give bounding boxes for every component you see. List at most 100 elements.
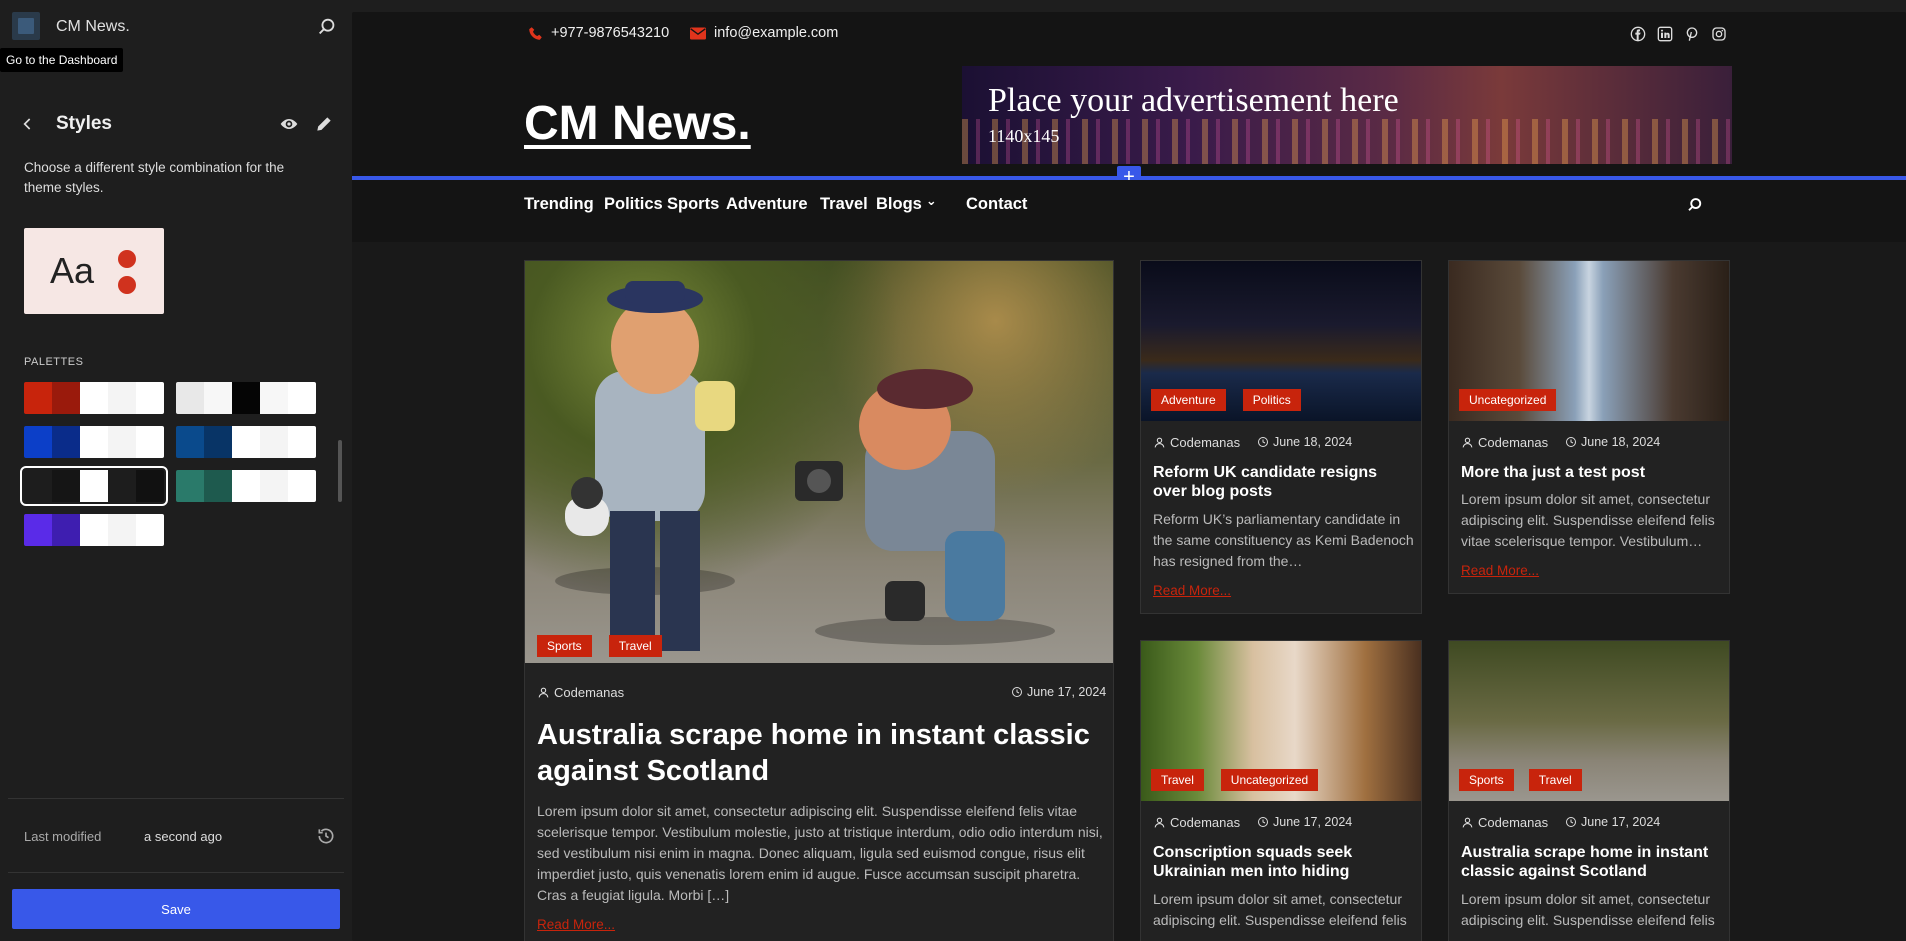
palette-color: [288, 426, 316, 458]
style-variation-card[interactable]: Aa: [24, 228, 164, 314]
post-card[interactable]: Travel Uncategorized Codemanas June 17, 202…: [1140, 640, 1422, 941]
site-icon[interactable]: [12, 12, 40, 40]
palette-swatch[interactable]: [24, 382, 164, 414]
category-tag[interactable]: Adventure: [1151, 389, 1226, 411]
palette-color: [24, 382, 52, 414]
author-meta[interactable]: Codemanas: [1461, 435, 1548, 450]
nav-item-travel[interactable]: Travel: [820, 195, 868, 214]
date-meta: June 17, 2024: [1565, 815, 1660, 829]
post-date: June 17, 2024: [1581, 815, 1661, 829]
envelope-icon: [690, 27, 706, 39]
palette-color: [80, 426, 108, 458]
post-title[interactable]: Australia scrape home in instant classic…: [1461, 843, 1719, 881]
main-navigation: Trending Politics Sports Adventure Travel Blo…: [352, 180, 1906, 242]
palette-color: [260, 426, 288, 458]
category-tag[interactable]: Travel: [608, 635, 662, 657]
last-modified-label: Last modified: [24, 829, 102, 844]
post-card[interactable]: Sports Travel Codemanas June 17, 2024 Austra…: [1448, 640, 1730, 941]
palette-color: [176, 470, 204, 502]
ad-title: Place your advertisement here: [988, 82, 1399, 119]
linkedin-icon[interactable]: [1657, 26, 1673, 42]
palette-color: [204, 470, 232, 502]
ad-cityscape: [962, 119, 1732, 164]
featured-image[interactable]: [525, 261, 1113, 663]
palette-color: [260, 470, 288, 502]
email-address: info@example.com: [714, 25, 839, 41]
palette-color: [80, 382, 108, 414]
pinterest-icon[interactable]: [1684, 26, 1700, 42]
clock-icon: [1566, 817, 1576, 827]
phone-icon: [529, 26, 542, 40]
palette-color: [24, 470, 52, 502]
category-tag[interactable]: Travel: [1151, 769, 1204, 791]
post-title[interactable]: More tha just a test post: [1461, 463, 1719, 482]
site-header: CM News. Place your advertisement here 1…: [352, 54, 1906, 176]
nav-item-blogs[interactable]: Blogs ⌄: [876, 193, 937, 214]
save-button[interactable]: Save: [12, 889, 340, 929]
phone-number: +977-9876543210: [551, 25, 670, 41]
featured-post-card[interactable]: Sports Travel Codemanas June 17, 2024 Aus…: [524, 260, 1114, 941]
palette-swatch[interactable]: [24, 426, 164, 458]
category-tag[interactable]: Sports: [537, 635, 592, 657]
post-card[interactable]: Adventure Politics Codemanas June 18, 2024 R…: [1140, 260, 1422, 614]
author-meta[interactable]: Codemanas: [1153, 815, 1240, 830]
author-meta[interactable]: Codemanas: [537, 685, 624, 700]
site-logo[interactable]: CM News.: [524, 96, 751, 151]
read-more-link[interactable]: Read More...: [1153, 583, 1231, 598]
user-icon: [1462, 437, 1473, 448]
nav-item-sports[interactable]: Sports: [667, 195, 719, 214]
top-bar: +977-9876543210 info@example.com: [352, 12, 1906, 54]
palette-color: [232, 470, 260, 502]
category-tag[interactable]: Uncategorized: [1459, 389, 1557, 411]
pencil-icon[interactable]: [314, 114, 334, 134]
eye-icon[interactable]: [278, 114, 300, 134]
palette-color: [288, 382, 316, 414]
chevron-left-icon[interactable]: [18, 114, 38, 134]
palette-color: [52, 514, 80, 546]
category-tag[interactable]: Travel: [1528, 769, 1582, 791]
instagram-icon[interactable]: [1711, 26, 1727, 42]
post-title[interactable]: Conscription squads seek Ukrainian men i…: [1153, 843, 1411, 881]
palette-swatch[interactable]: [20, 466, 168, 506]
post-excerpt: Lorem ipsum dolor sit amet, consectetur …: [1461, 491, 1715, 549]
search-icon[interactable]: [316, 16, 338, 38]
facebook-icon[interactable]: [1630, 26, 1646, 42]
nav-item-contact[interactable]: Contact: [966, 195, 1027, 214]
palette-color: [288, 470, 316, 502]
site-title[interactable]: CM News.: [56, 18, 130, 36]
palette-swatch[interactable]: [24, 514, 164, 546]
palette-swatch[interactable]: [176, 470, 316, 502]
clock-icon: [1012, 687, 1022, 697]
date-meta: June 18, 2024: [1565, 435, 1660, 449]
palette-swatch[interactable]: [176, 382, 316, 414]
phone-contact[interactable]: +977-9876543210: [528, 25, 669, 41]
author-meta[interactable]: Codemanas: [1461, 815, 1548, 830]
palette-color: [136, 426, 164, 458]
email-contact[interactable]: info@example.com: [690, 25, 838, 41]
category-tag[interactable]: Uncategorized: [1220, 769, 1319, 791]
category-tag[interactable]: Sports: [1459, 769, 1514, 791]
read-more-link[interactable]: Read More...: [1461, 563, 1539, 578]
featured-excerpt: Lorem ipsum dolor sit amet, consectetur …: [537, 803, 1103, 903]
author-meta[interactable]: Codemanas: [1153, 435, 1240, 450]
advertisement-banner[interactable]: Place your advertisement here 1140x145: [962, 66, 1732, 164]
palette-color: [136, 382, 164, 414]
search-icon[interactable]: [1686, 196, 1704, 214]
post-card[interactable]: Uncategorized Codemanas June 18, 2024 More …: [1448, 260, 1730, 594]
ad-size: 1140x145: [988, 126, 1060, 146]
featured-title[interactable]: Australia scrape home in instant classic…: [537, 717, 1097, 789]
palette-color: [204, 426, 232, 458]
palette-color: [136, 470, 164, 502]
post-title[interactable]: Reform UK candidate resigns over blog po…: [1153, 463, 1411, 501]
site-editor: CM News. Go to the Dashboard Styles Choo…: [0, 0, 1906, 941]
post-excerpt: Lorem ipsum dolor sit amet, consectetur …: [1153, 891, 1407, 928]
nav-item-adventure[interactable]: Adventure: [726, 195, 808, 214]
scrollbar[interactable]: [338, 440, 342, 502]
category-tag[interactable]: Politics: [1242, 389, 1301, 411]
read-more-link[interactable]: Read More...: [537, 917, 615, 932]
nav-item-trending[interactable]: Trending: [524, 195, 594, 214]
styles-description: Choose a different style combination for…: [24, 160, 285, 195]
history-icon[interactable]: [316, 826, 336, 846]
nav-item-politics[interactable]: Politics: [604, 195, 663, 214]
palette-swatch[interactable]: [176, 426, 316, 458]
